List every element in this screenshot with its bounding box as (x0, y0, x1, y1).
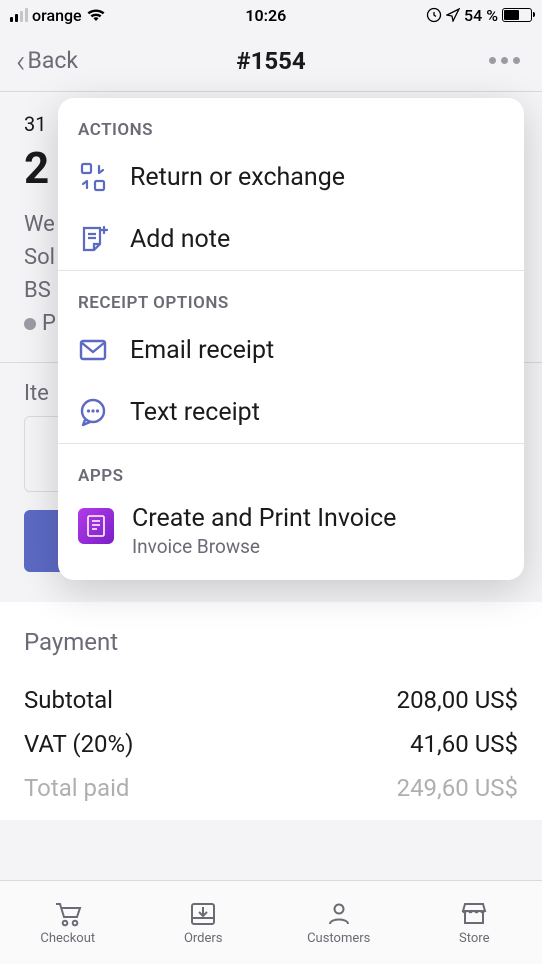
status-right: 54 % (426, 6, 532, 25)
location-icon (446, 8, 460, 22)
section-heading-apps: APPS (58, 444, 524, 492)
menu-item-add-note[interactable]: Add note (58, 208, 524, 270)
menu-item-label: Email receipt (130, 336, 274, 365)
wifi-icon (86, 8, 106, 22)
status-bar: orange 10:26 54 % (0, 0, 542, 30)
section-heading-receipt: RECEIPT OPTIONS (58, 271, 524, 319)
menu-item-label: Add note (130, 225, 230, 254)
page-title: #1554 (236, 47, 305, 75)
nav-bar: ‹ Back #1554 (0, 30, 542, 92)
back-button[interactable]: ‹ Back (16, 45, 78, 77)
more-button[interactable] (489, 57, 526, 64)
menu-item-return-exchange[interactable]: Return or exchange (58, 146, 524, 208)
menu-item-app-invoice[interactable]: Create and Print Invoice Invoice Browse (58, 492, 524, 580)
menu-item-label: Text receipt (130, 398, 260, 427)
popover-overlay[interactable]: ACTIONS Return or exchange Add note RECE… (0, 92, 542, 964)
menu-item-email-receipt[interactable]: Email receipt (58, 319, 524, 381)
back-label: Back (28, 47, 79, 74)
cellular-signal-icon (10, 8, 28, 22)
menu-item-text-receipt[interactable]: Text receipt (58, 381, 524, 443)
return-icon (78, 162, 108, 192)
carrier-label: orange (32, 6, 82, 25)
note-icon (78, 224, 108, 254)
email-icon (78, 335, 108, 365)
lock-icon (426, 7, 442, 23)
chevron-left-icon: ‹ (16, 45, 26, 77)
menu-item-label: Return or exchange (130, 163, 345, 192)
app-subtitle: Invoice Browse (132, 535, 396, 558)
app-icon (78, 508, 114, 544)
chat-icon (78, 397, 108, 427)
actions-popover: ACTIONS Return or exchange Add note RECE… (58, 98, 524, 580)
status-left: orange (10, 6, 106, 25)
battery-percent: 54 % (464, 6, 498, 25)
battery-icon (502, 8, 532, 22)
status-time: 10:26 (245, 6, 286, 25)
section-heading-actions: ACTIONS (58, 98, 524, 146)
app-title: Create and Print Invoice (132, 504, 396, 533)
